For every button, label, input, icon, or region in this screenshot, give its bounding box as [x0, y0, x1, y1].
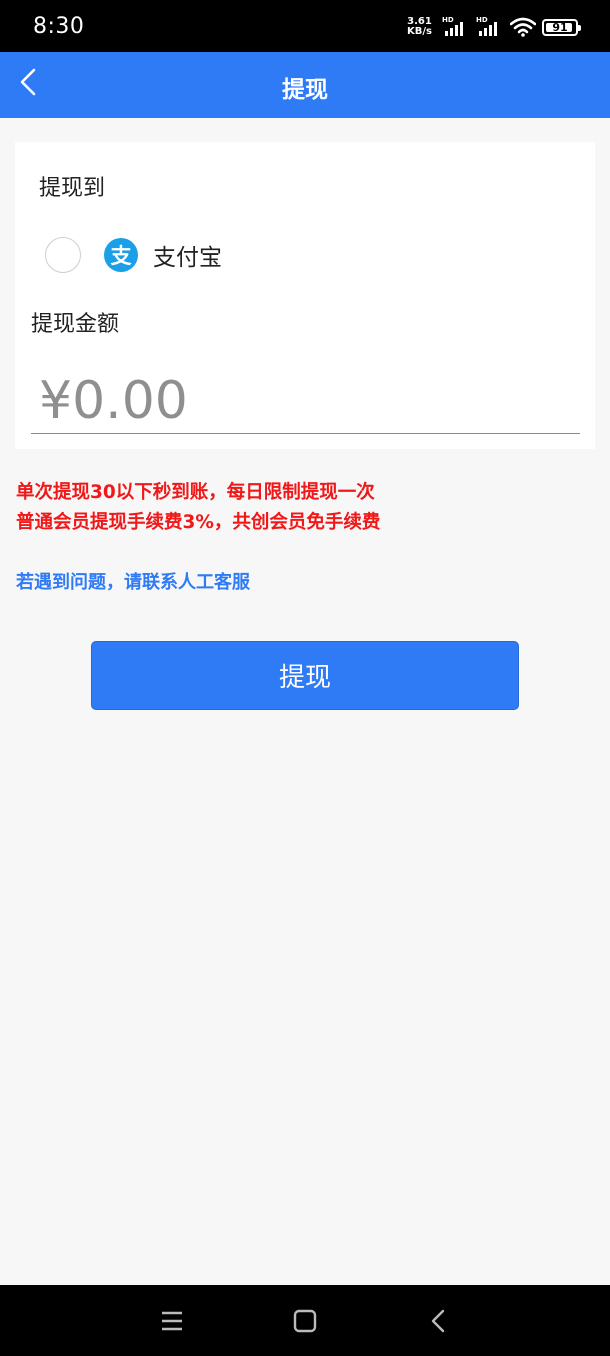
withdraw-card: 提现到 支 支付宝 提现金额	[15, 142, 595, 449]
battery-icon: 91	[542, 18, 581, 36]
notice-line-2: 普通会员提现手续费3%，共创会员免手续费	[16, 512, 381, 533]
nav-back-button[interactable]	[424, 1307, 454, 1335]
network-speed: 3.61 KB/s	[407, 17, 432, 37]
menu-icon	[162, 1311, 182, 1331]
status-time: 8:30	[33, 14, 85, 39]
alipay-icon: 支	[104, 238, 138, 272]
status-bar: 8:30 3.61 KB/s HD HD 91	[0, 0, 610, 52]
amount-field	[31, 364, 580, 434]
system-nav-bar	[0, 1285, 610, 1356]
page-title: 提现	[282, 77, 328, 103]
wifi-icon	[510, 17, 536, 37]
network-speed-unit: KB/s	[407, 26, 432, 37]
back-triangle-icon	[431, 1309, 445, 1333]
cell-signal-icon: HD	[442, 16, 470, 38]
withdraw-submit-button[interactable]: 提现	[91, 641, 519, 710]
alipay-radio[interactable]	[45, 237, 81, 273]
alipay-label: 支付宝	[153, 245, 222, 271]
app-header: 提现	[0, 52, 610, 118]
battery-level-text: 91	[552, 20, 568, 34]
alipay-option[interactable]: 支 支付宝	[45, 232, 222, 278]
status-indicators: 3.61 KB/s HD HD 91	[407, 14, 581, 40]
contact-support-link[interactable]: 若遇到问题，请联系人工客服	[16, 568, 250, 594]
withdraw-amount-label: 提现金额	[31, 312, 120, 337]
notice-line-1: 单次提现30以下秒到账，每日限制提现一次	[16, 482, 375, 503]
amount-input[interactable]	[31, 371, 580, 433]
cell-signal-icon: HD	[476, 16, 504, 38]
withdraw-to-label: 提现到	[39, 176, 106, 201]
nav-home-button[interactable]	[290, 1307, 320, 1335]
nav-menu-button[interactable]	[158, 1307, 188, 1335]
home-square-icon	[293, 1309, 317, 1333]
